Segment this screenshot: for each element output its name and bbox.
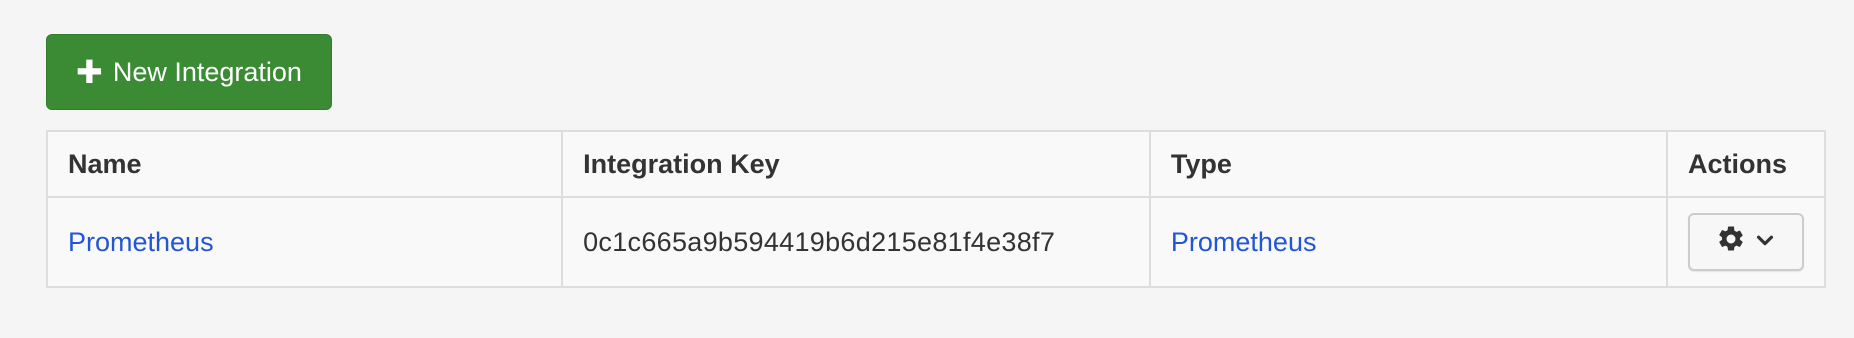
chevron-down-icon xyxy=(1754,227,1776,258)
integrations-page: ✚ New Integration Name Integration Key T… xyxy=(0,0,1854,338)
integration-name-link[interactable]: Prometheus xyxy=(68,227,214,257)
table-row: Prometheus 0c1c665a9b594419b6d215e81f4e3… xyxy=(45,196,1826,288)
column-header-integration-key: Integration Key xyxy=(561,130,1151,198)
column-header-type: Type xyxy=(1148,130,1669,198)
gear-icon xyxy=(1716,224,1746,261)
table-header-row: Name Integration Key Type Actions xyxy=(45,130,1826,198)
cell-name: Prometheus xyxy=(45,196,564,288)
cell-actions xyxy=(1666,196,1826,288)
integration-type-link[interactable]: Prometheus xyxy=(1171,227,1317,257)
new-integration-button[interactable]: ✚ New Integration xyxy=(46,34,332,110)
cell-type: Prometheus xyxy=(1148,196,1669,288)
new-integration-label: New Integration xyxy=(112,56,302,87)
cell-integration-key: 0c1c665a9b594419b6d215e81f4e38f7 xyxy=(561,196,1151,288)
integrations-table: Name Integration Key Type Actions Promet… xyxy=(45,130,1826,288)
actions-dropdown-button[interactable] xyxy=(1688,213,1804,271)
plus-icon: ✚ xyxy=(76,54,103,90)
column-header-name: Name xyxy=(45,130,564,198)
column-header-actions: Actions xyxy=(1666,130,1826,198)
